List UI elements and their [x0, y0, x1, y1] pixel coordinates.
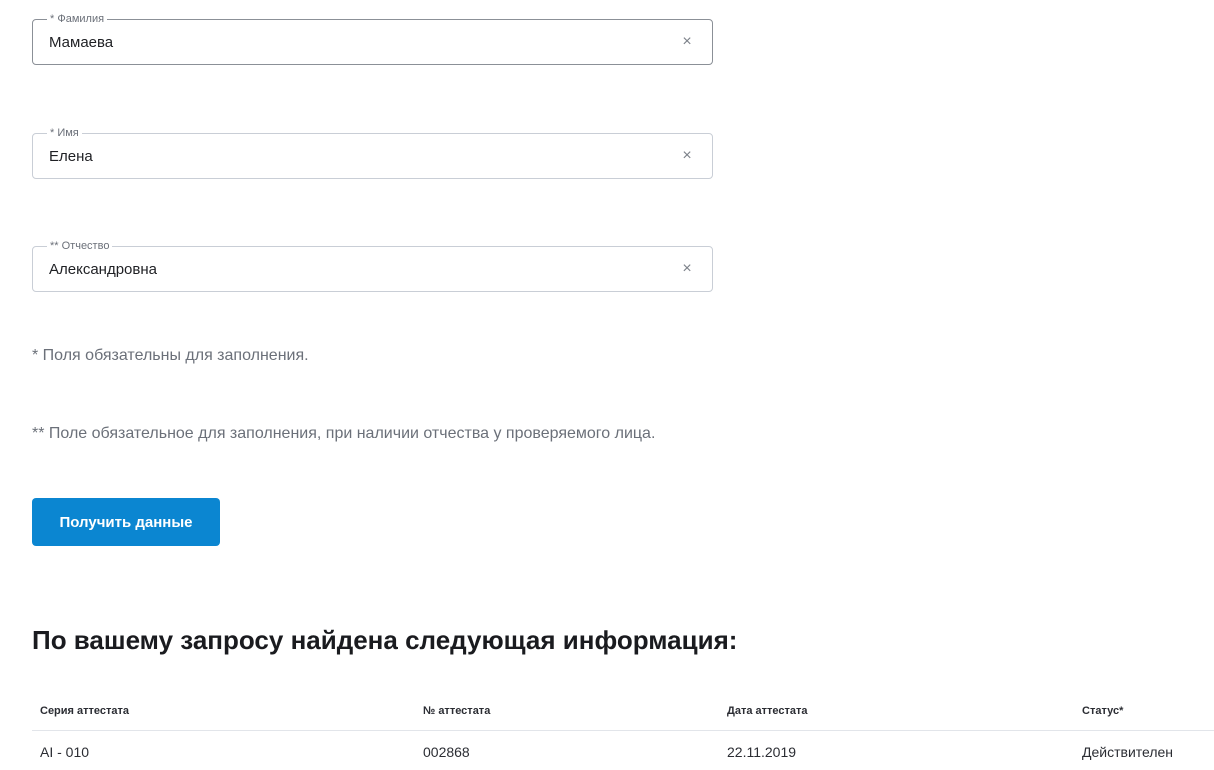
column-header-date: Дата аттестата [719, 692, 1074, 731]
required-note: * Поля обязательны для заполнения. [32, 347, 309, 364]
patronymic-note: ** Поле обязательное для заполнения, при… [32, 425, 656, 442]
result-table: Серия аттестата № аттестата Дата аттеста… [32, 692, 1214, 770]
page: * Фамилия × * Имя × ** Отчество × * Поля… [0, 0, 1214, 770]
get-data-button[interactable]: Получить данные [32, 498, 220, 546]
cell-status: Действителен [1082, 744, 1174, 760]
cell-number: 002868 [423, 744, 470, 760]
patronymic-field: ** Отчество × [32, 239, 713, 292]
table-header-row: Серия аттестата № аттестата Дата аттеста… [32, 692, 1214, 731]
clear-surname-icon[interactable]: × [680, 34, 694, 50]
column-header-number: № аттестата [415, 692, 719, 731]
result-heading: По вашему запросу найдена следующая инфо… [32, 625, 738, 655]
column-header-series: Серия аттестата [32, 692, 415, 731]
clear-patronymic-icon[interactable]: × [680, 261, 694, 277]
cell-series: AI - 010 [40, 744, 90, 760]
table-row: AI - 010 002868 22.11.2019 Действителен [32, 731, 1214, 770]
name-input[interactable] [49, 134, 649, 178]
column-header-status: Статус* [1074, 692, 1214, 731]
patronymic-input[interactable] [49, 247, 649, 291]
cell-date: 22.11.2019 [727, 744, 797, 760]
name-field: * Имя × [32, 126, 713, 179]
surname-input[interactable] [49, 20, 649, 64]
clear-name-icon[interactable]: × [680, 148, 694, 164]
surname-field: * Фамилия × [32, 12, 713, 65]
